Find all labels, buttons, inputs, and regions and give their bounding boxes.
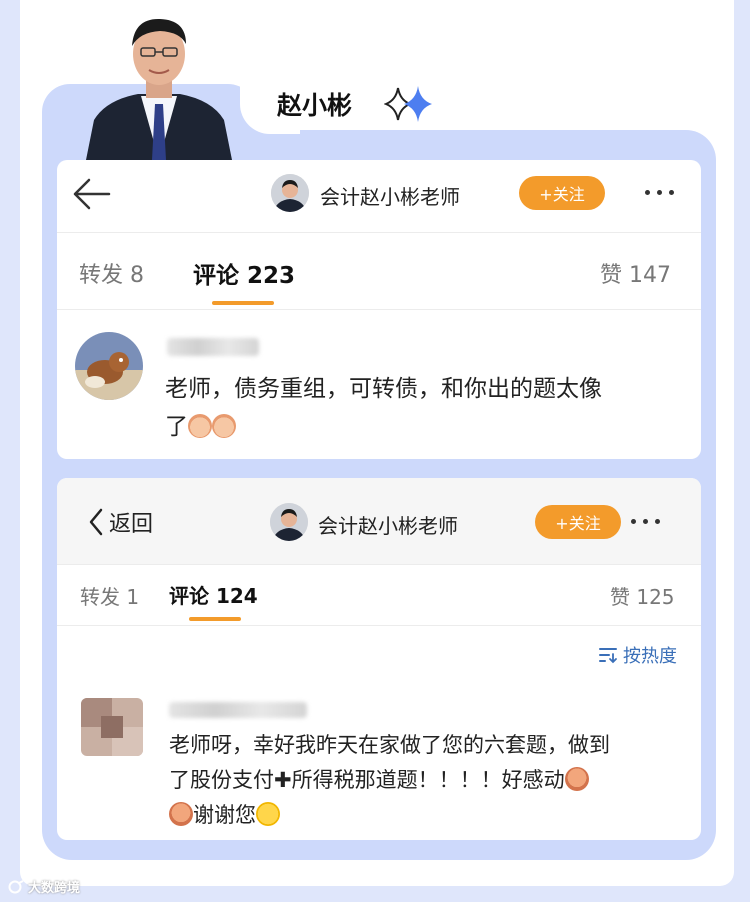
author-name: 赵小彬 <box>277 91 353 120</box>
tab-row: 转发 8 评论 223 赞 147 <box>57 232 701 310</box>
nav-bar: 返回 会计赵小彬老师 +关注 <box>57 478 701 564</box>
tab-likes[interactable]: 赞 125 <box>610 581 675 610</box>
tab-likes[interactable]: 赞 147 <box>600 257 671 289</box>
tab-comments[interactable]: 评论 124 <box>169 580 258 609</box>
post-screenshot-1: 会计赵小彬老师 +关注 转发 8 评论 223 赞 147 老师，债务重组，可转… <box>57 160 701 459</box>
back-button[interactable]: 返回 <box>87 506 153 538</box>
back-label: 返回 <box>109 512 154 537</box>
clap-emoji-icon <box>212 414 236 438</box>
more-dots-icon[interactable] <box>645 190 674 195</box>
watermark-text: 大数跨境 <box>28 881 81 896</box>
comment-line: 了股份支付✚所得税那道题！！！！好感动 <box>169 763 610 798</box>
comment-segment: 所得税那道题！！！！好感动 <box>291 768 565 792</box>
follow-button[interactable]: +关注 <box>519 176 605 210</box>
shy-smile-emoji-icon <box>256 802 280 826</box>
comment-line-end: 了 <box>165 414 188 440</box>
blurred-username <box>169 702 307 718</box>
follow-button[interactable]: +关注 <box>535 505 621 539</box>
account-avatar[interactable] <box>270 503 308 541</box>
tab-repost[interactable]: 转发 1 <box>80 581 139 610</box>
comment-line: 老师呀，幸好我昨天在家做了您的六套题，做到 <box>169 733 610 757</box>
tab-repost[interactable]: 转发 8 <box>79 257 144 289</box>
back-arrow-icon[interactable] <box>69 176 115 212</box>
tab-underline <box>212 301 274 305</box>
comment-line: 老师，债务重组，可转债，和你出的题太像 <box>165 376 602 402</box>
tab-comments[interactable]: 评论 223 <box>193 256 295 290</box>
account-avatar[interactable] <box>271 174 309 212</box>
moved-emoji-icon <box>169 802 193 826</box>
blurred-username <box>167 338 259 356</box>
plus-icon: ✚ <box>274 768 292 792</box>
clap-emoji-icon <box>188 414 212 438</box>
tab-row: 转发 1 评论 124 赞 125 <box>57 564 701 626</box>
commenter-avatar[interactable] <box>75 332 143 400</box>
sort-label: 按热度 <box>623 646 677 667</box>
watermark-logo-icon <box>8 879 24 893</box>
moved-emoji-icon <box>564 767 589 791</box>
post-screenshot-2: 返回 会计赵小彬老师 +关注 转发 1 评论 124 赞 125 按热度 老师呀… <box>57 478 701 840</box>
comment-line: 谢谢您 <box>169 798 610 833</box>
author-portrait <box>86 12 232 160</box>
watermark: 大数跨境 <box>8 877 80 896</box>
comment-line: 了 <box>165 408 602 446</box>
account-name[interactable]: 会计赵小彬老师 <box>320 181 460 210</box>
comment-text: 老师呀，幸好我昨天在家做了您的六套题，做到 了股份支付✚所得税那道题！！！！好感… <box>169 728 610 833</box>
nav-bar: 会计赵小彬老师 +关注 <box>57 160 701 232</box>
more-dots-icon[interactable] <box>631 519 660 524</box>
sort-button[interactable]: 按热度 <box>598 642 677 668</box>
sparkle-icon <box>384 86 432 122</box>
chevron-left-icon <box>89 508 103 536</box>
commenter-avatar[interactable] <box>81 698 143 756</box>
comment-text: 老师，债务重组，可转债，和你出的题太像 了 <box>165 370 602 446</box>
comment-segment: 谢谢您 <box>193 803 256 827</box>
account-name[interactable]: 会计赵小彬老师 <box>318 510 458 539</box>
tab-underline <box>189 617 241 621</box>
sort-icon <box>599 648 617 664</box>
comment-segment: 了股份支付 <box>169 768 274 792</box>
